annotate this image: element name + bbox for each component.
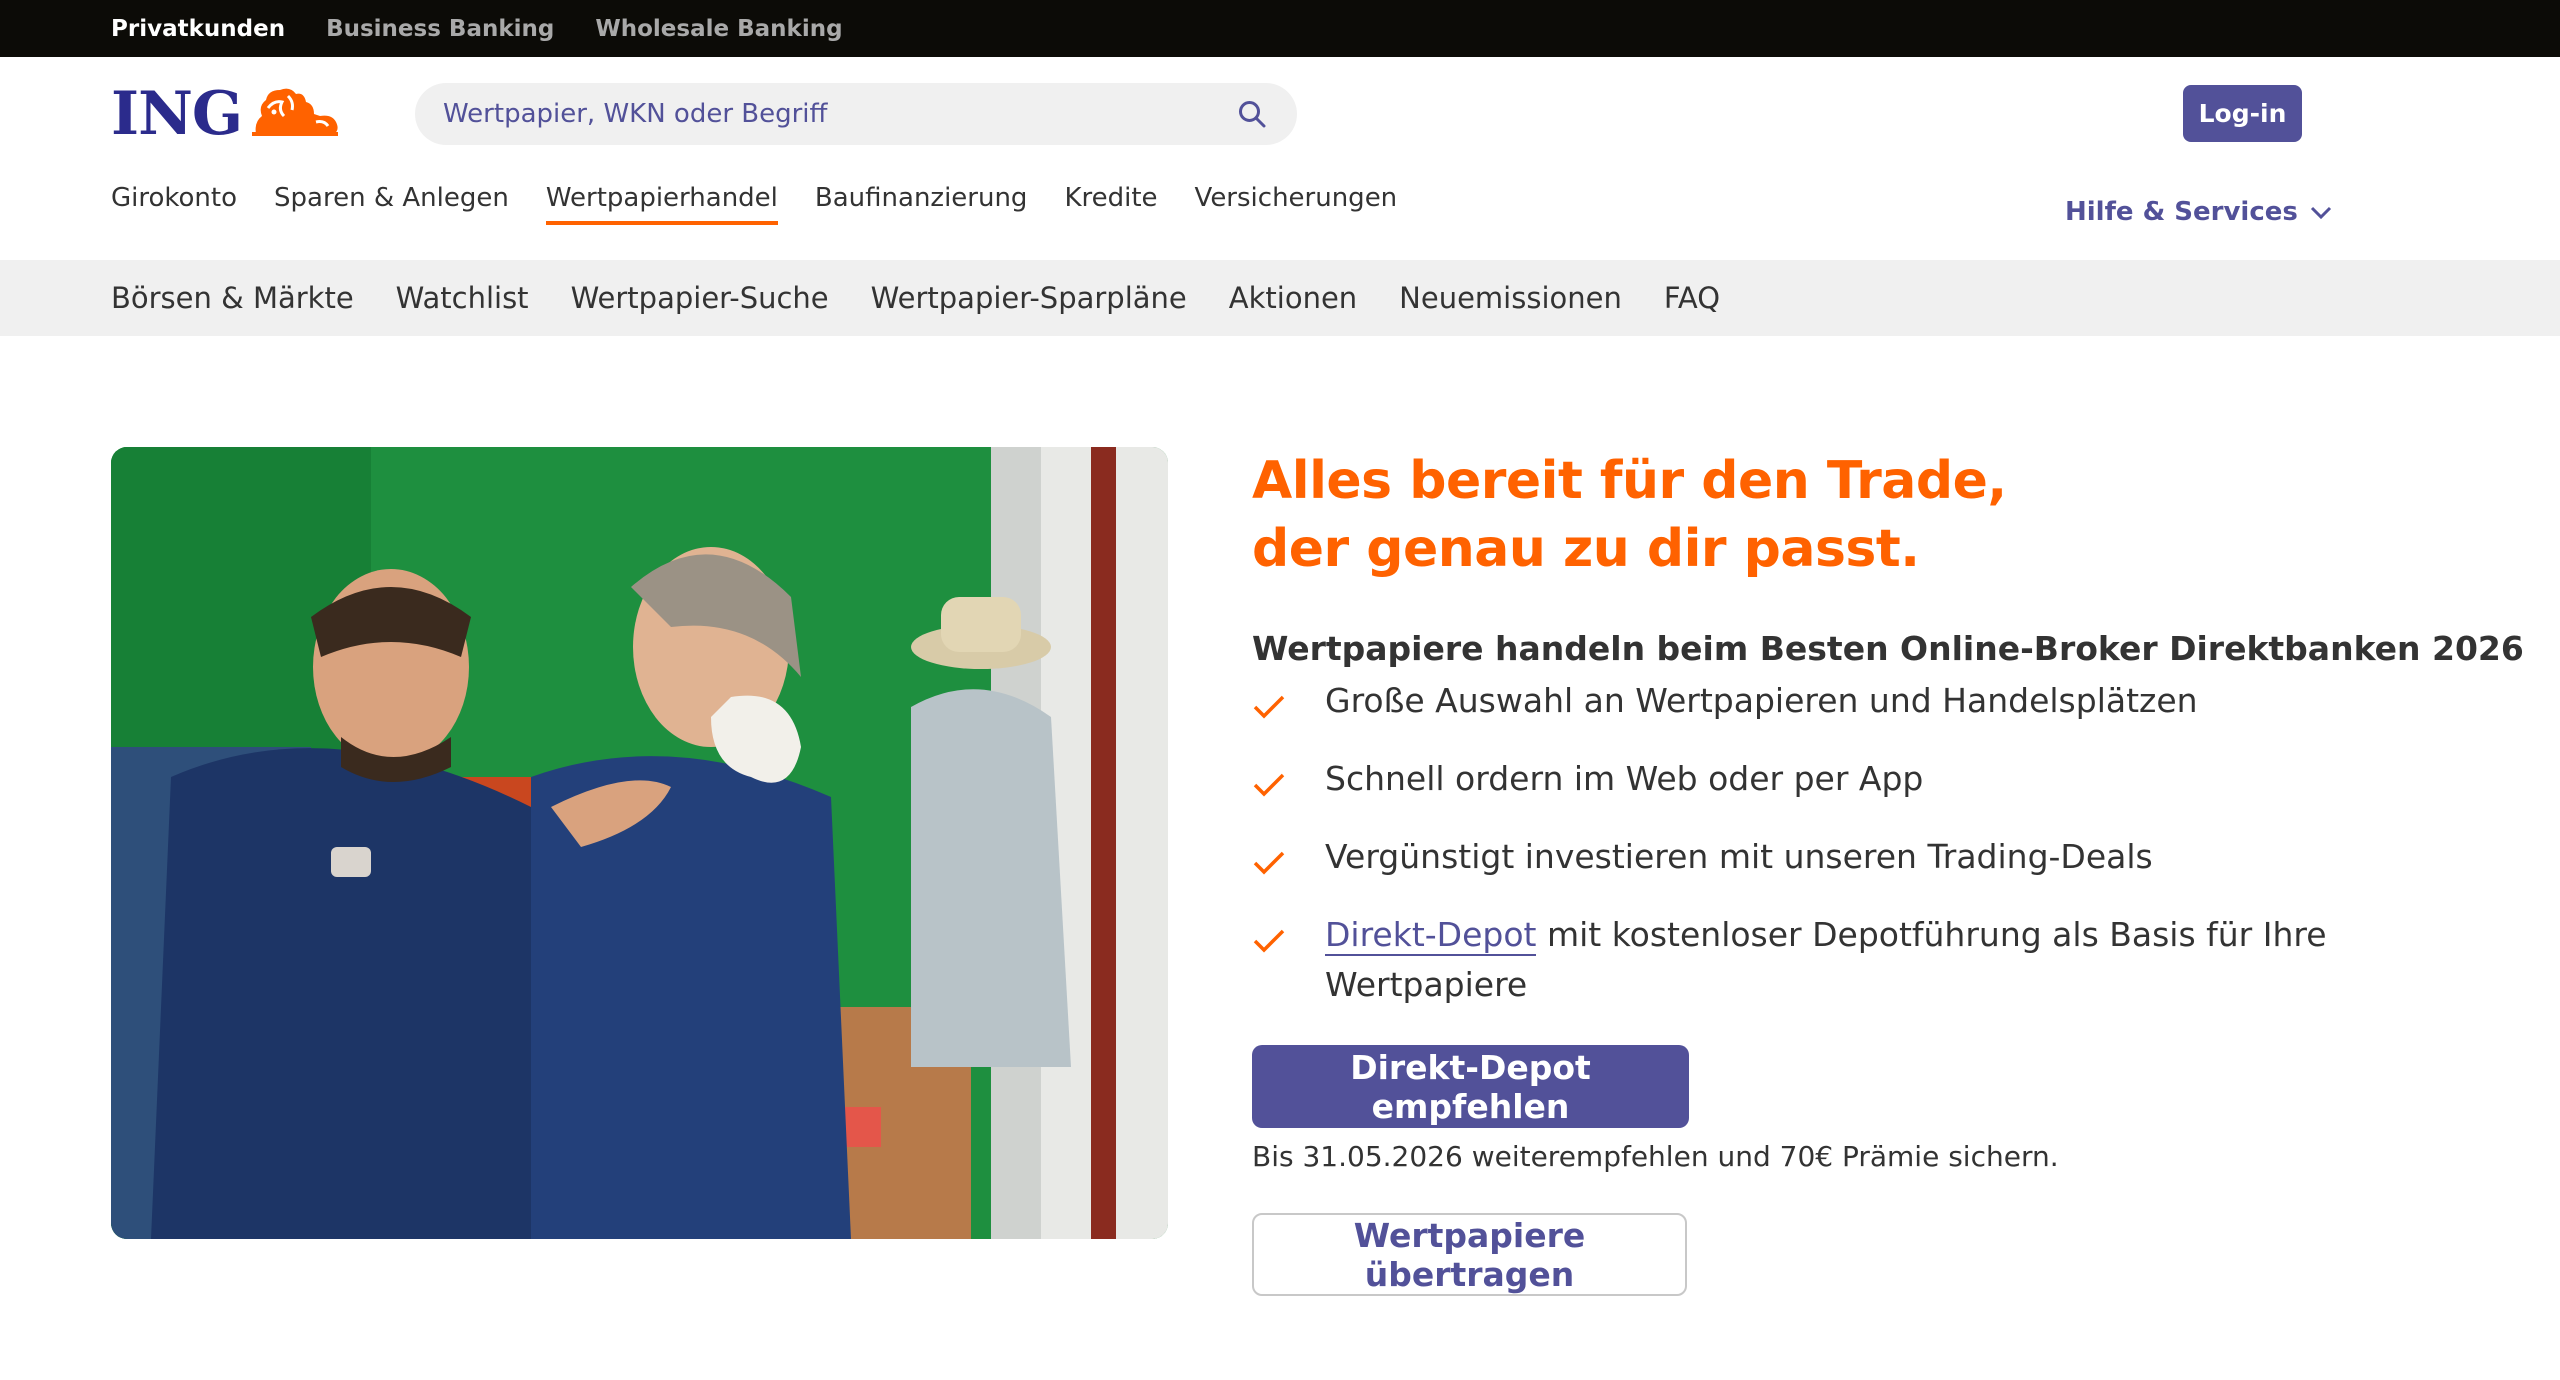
hero-image: [111, 447, 1168, 1239]
subnav-wertpapier-sparplaene[interactable]: Wertpapier-Sparpläne: [871, 281, 1187, 315]
list-item: Direkt-Depot mit kostenloser Depotführun…: [1252, 910, 2372, 1010]
feature-text: Große Auswahl an Wertpapieren und Handel…: [1325, 681, 2198, 720]
subnav-faq[interactable]: FAQ: [1664, 281, 1720, 315]
headline-line-2: der genau zu dir passt.: [1252, 519, 1920, 579]
main-nav: Girokonto Sparen & Anlegen Wertpapierhan…: [111, 183, 1434, 225]
sub-nav: Börsen & Märkte Watchlist Wertpapier-Suc…: [0, 260, 2560, 336]
subnav-boersen-maerkte[interactable]: Börsen & Märkte: [111, 281, 354, 315]
help-services-label: Hilfe & Services: [2065, 197, 2298, 227]
logo-wordmark: ING: [111, 79, 243, 149]
subnav-wertpapier-suche[interactable]: Wertpapier-Suche: [571, 281, 829, 315]
segment-business-banking[interactable]: Business Banking: [326, 16, 554, 42]
search-input[interactable]: [443, 99, 1235, 129]
nav-kredite[interactable]: Kredite: [1064, 183, 1157, 225]
hero-subheading: Wertpapiere handeln beim Besten Online-B…: [1252, 629, 2524, 668]
segment-privatkunden[interactable]: Privatkunden: [111, 16, 285, 42]
nav-wertpapierhandel[interactable]: Wertpapierhandel: [545, 183, 778, 225]
nav-girokonto[interactable]: Girokonto: [111, 183, 237, 225]
nav-baufinanzierung[interactable]: Baufinanzierung: [815, 183, 1028, 225]
nav-sparen-anlegen[interactable]: Sparen & Anlegen: [274, 183, 509, 225]
checkmark-icon: [1252, 762, 1286, 812]
feature-list: Große Auswahl an Wertpapieren und Handel…: [1252, 676, 2372, 1010]
feature-text: Schnell ordern im Web oder per App: [1325, 759, 1924, 798]
checkmark-icon: [1252, 684, 1286, 734]
list-item: Schnell ordern im Web oder per App: [1252, 754, 2372, 804]
direkt-depot-link[interactable]: Direkt-Depot: [1325, 915, 1537, 956]
segment-bar: Privatkunden Business Banking Wholesale …: [0, 0, 2560, 57]
hero-headline: Alles bereit für den Trade, der genau zu…: [1252, 447, 2372, 583]
recommend-depot-button[interactable]: Direkt-Depot empfehlen: [1252, 1045, 1689, 1128]
checkmark-icon: [1252, 918, 1286, 968]
login-button[interactable]: Log-in: [2183, 85, 2302, 142]
search-icon[interactable]: [1235, 97, 1269, 131]
checkmark-icon: [1252, 840, 1286, 890]
subnav-neuemissionen[interactable]: Neuemissionen: [1399, 281, 1622, 315]
hero-content: Alles bereit für den Trade, der genau zu…: [1252, 447, 2524, 1296]
search-bar: [415, 83, 1297, 145]
transfer-securities-button[interactable]: Wertpapiere übertragen: [1252, 1213, 1687, 1296]
nav-versicherungen[interactable]: Versicherungen: [1195, 183, 1398, 225]
feature-text: Vergünstigt investieren mit unseren Trad…: [1325, 837, 2153, 876]
list-item: Große Auswahl an Wertpapieren und Handel…: [1252, 676, 2372, 726]
list-item: Vergünstigt investieren mit unseren Trad…: [1252, 832, 2372, 882]
help-services-menu[interactable]: Hilfe & Services: [2065, 197, 2332, 227]
headline-line-1: Alles bereit für den Trade,: [1252, 451, 2007, 511]
chevron-down-icon: [2310, 197, 2332, 227]
promo-text: Bis 31.05.2026 weiterempfehlen und 70€ P…: [1252, 1140, 2059, 1173]
subnav-aktionen[interactable]: Aktionen: [1229, 281, 1357, 315]
lion-icon: [248, 82, 344, 146]
site-header: ING Log-in Girokonto Sparen & Anlegen We…: [0, 57, 2560, 260]
subnav-watchlist[interactable]: Watchlist: [396, 281, 529, 315]
ing-logo[interactable]: ING: [111, 84, 351, 144]
segment-wholesale-banking[interactable]: Wholesale Banking: [595, 16, 842, 42]
